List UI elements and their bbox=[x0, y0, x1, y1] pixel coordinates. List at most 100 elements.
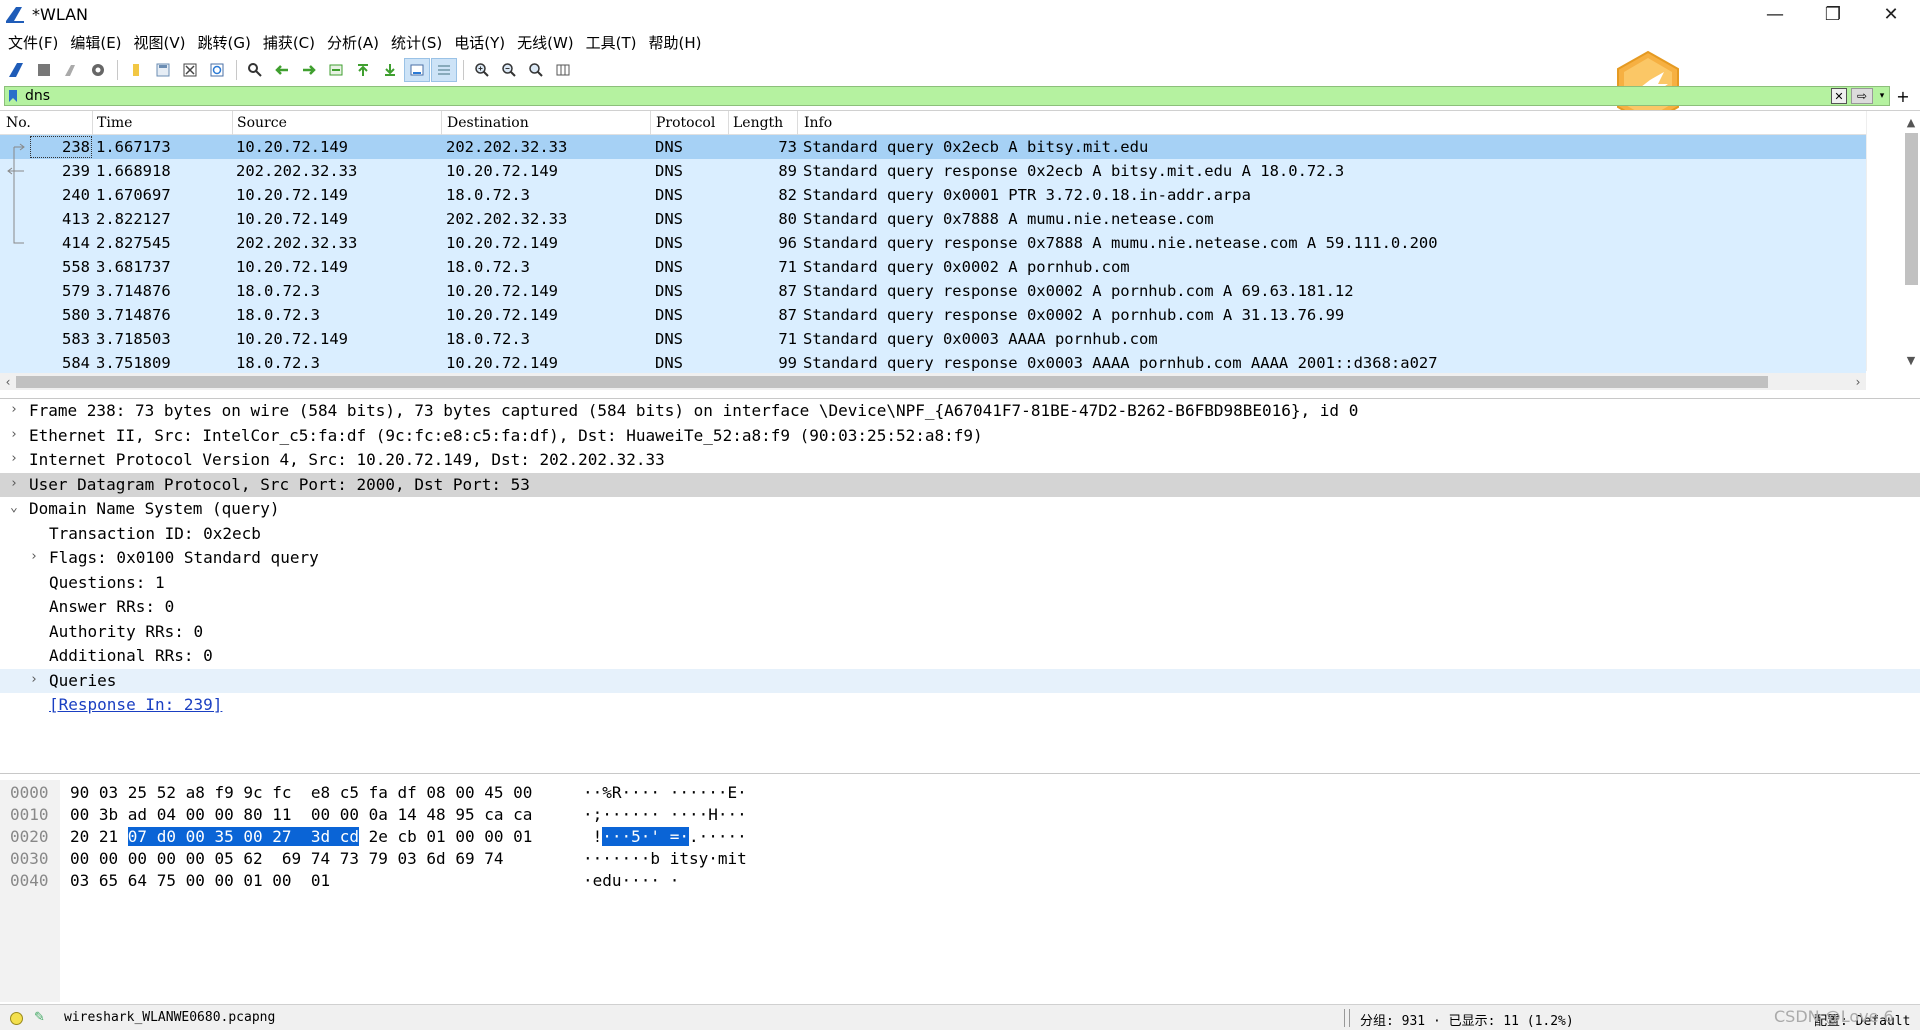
zoom-out-icon[interactable] bbox=[496, 58, 522, 82]
packet-row[interactable]: 558 3.681737 10.20.72.149 18.0.72.3 DNS 71 Sta… bbox=[0, 255, 1866, 279]
restore-button[interactable]: ❐ bbox=[1804, 0, 1862, 28]
packet-row[interactable]: 240 1.670697 10.20.72.149 18.0.72.3 DNS 82 Sta… bbox=[0, 183, 1866, 207]
find-packet-icon[interactable] bbox=[242, 58, 268, 82]
bytes-ascii[interactable]: ··%R···· ······E· bbox=[583, 783, 747, 802]
column-divider[interactable] bbox=[441, 111, 442, 135]
close-file-icon[interactable] bbox=[177, 58, 203, 82]
column-header-protocol[interactable]: Protocol bbox=[656, 115, 715, 131]
details-tree-item[interactable]: › Flags: 0x0100 Standard query bbox=[0, 546, 1920, 570]
menu-analyze[interactable]: 分析(A) bbox=[323, 32, 387, 53]
menu-wireless[interactable]: 无线(W) bbox=[513, 32, 582, 53]
bytes-ascii[interactable]: !···5·' =·.····· bbox=[583, 827, 747, 846]
column-divider[interactable] bbox=[797, 111, 798, 135]
column-header-destination[interactable]: Destination bbox=[447, 115, 529, 131]
resize-columns-icon[interactable] bbox=[550, 58, 576, 82]
capture-comment-pen-icon[interactable]: ✎ bbox=[34, 1010, 45, 1025]
menu-view[interactable]: 视图(V) bbox=[130, 32, 194, 53]
bytes-row[interactable]: 0000 90 03 25 52 a8 f9 9c fc e8 c5 fa df … bbox=[0, 783, 1920, 805]
scroll-thumb[interactable] bbox=[16, 376, 1768, 388]
save-file-icon[interactable] bbox=[150, 58, 176, 82]
menu-edit[interactable]: 编辑(E) bbox=[66, 32, 129, 53]
expand-chevron-icon[interactable]: › bbox=[10, 476, 24, 491]
response-in-link[interactable]: [Response In: 239] bbox=[49, 695, 222, 714]
menu-telephony[interactable]: 电话(Y) bbox=[450, 32, 513, 53]
filter-history-dropdown-icon[interactable]: ▾ bbox=[1875, 88, 1889, 104]
column-divider[interactable] bbox=[728, 111, 729, 135]
menu-file[interactable]: 文件(F) bbox=[4, 32, 66, 53]
expand-chevron-icon[interactable]: › bbox=[10, 402, 24, 417]
packet-list-vertical-scrollbar[interactable]: ▲ ▼ bbox=[1866, 111, 1920, 371]
expert-info-led-icon[interactable] bbox=[10, 1012, 23, 1025]
zoom-in-icon[interactable] bbox=[469, 58, 495, 82]
details-tree-item[interactable]: Transaction ID: 0x2ecb bbox=[0, 522, 1920, 546]
packet-row[interactable]: 579 3.714876 18.0.72.3 10.20.72.149 DNS 87 Sta… bbox=[0, 279, 1866, 303]
display-filter-input[interactable] bbox=[21, 88, 1831, 104]
column-header-length[interactable]: Length bbox=[733, 115, 783, 131]
column-header-no[interactable]: No. bbox=[6, 115, 31, 131]
scroll-up-icon[interactable]: ▲ bbox=[1903, 113, 1919, 131]
bytes-hex[interactable]: 00 00 00 00 00 05 62 69 74 73 79 03 6d 6… bbox=[70, 849, 503, 868]
filter-bookmark-icon[interactable] bbox=[5, 87, 21, 105]
column-divider[interactable] bbox=[92, 111, 93, 135]
bytes-row[interactable]: 0010 00 3b ad 04 00 00 80 11 00 00 0a 14 … bbox=[0, 805, 1920, 827]
open-file-icon[interactable] bbox=[123, 58, 149, 82]
details-tree-item[interactable]: ⌄ Domain Name System (query) bbox=[0, 497, 1920, 521]
packet-row[interactable]: 239 1.668918 202.202.32.33 10.20.72.149 DNS 8… bbox=[0, 159, 1866, 183]
go-back-icon[interactable] bbox=[269, 58, 295, 82]
expand-chevron-icon[interactable]: › bbox=[10, 451, 24, 466]
bytes-ascii[interactable]: ·edu···· · bbox=[583, 871, 679, 890]
bytes-row[interactable]: 0020 20 21 07 d0 00 35 00 27 3d cd 2e cb … bbox=[0, 827, 1920, 849]
details-tree-item[interactable]: › Frame 238: 73 bytes on wire (584 bits),… bbox=[0, 399, 1920, 423]
packet-row[interactable]: 583 3.718503 10.20.72.149 18.0.72.3 DNS 71 Sta… bbox=[0, 327, 1866, 351]
details-tree-item[interactable]: › User Datagram Protocol, Src Port: 2000,… bbox=[0, 472, 1920, 497]
stop-capture-icon[interactable] bbox=[31, 58, 57, 82]
bytes-ascii[interactable]: ·······b itsy·mit bbox=[583, 849, 747, 868]
minimize-button[interactable]: — bbox=[1746, 0, 1804, 28]
scroll-down-icon[interactable]: ▼ bbox=[1903, 351, 1919, 369]
packet-row[interactable]: 584 3.751809 18.0.72.3 10.20.72.149 DNS 99 Sta… bbox=[0, 351, 1866, 375]
bytes-ascii[interactable]: ·;······ ····H··· bbox=[583, 805, 747, 824]
packet-row[interactable]: 414 2.827545 202.202.32.33 10.20.72.149 DNS 9… bbox=[0, 231, 1866, 255]
bytes-hex[interactable]: 03 65 64 75 00 00 01 00 01 bbox=[70, 871, 330, 890]
details-tree-item[interactable]: [Response In: 239] bbox=[0, 693, 1920, 717]
scroll-thumb[interactable] bbox=[1905, 133, 1918, 285]
close-button[interactable]: ✕ bbox=[1862, 0, 1920, 28]
details-tree-item[interactable]: Questions: 1 bbox=[0, 571, 1920, 595]
packet-row[interactable]: 580 3.714876 18.0.72.3 10.20.72.149 DNS 87 Sta… bbox=[0, 303, 1866, 327]
packet-row[interactable]: 413 2.822127 10.20.72.149 202.202.32.33 DNS 8… bbox=[0, 207, 1866, 231]
go-last-packet-icon[interactable] bbox=[377, 58, 403, 82]
expand-chevron-icon[interactable]: › bbox=[10, 427, 24, 442]
details-tree-item[interactable]: Answer RRs: 0 bbox=[0, 595, 1920, 619]
menu-statistics[interactable]: 统计(S) bbox=[387, 32, 450, 53]
restart-capture-icon[interactable] bbox=[58, 58, 84, 82]
colorize-icon[interactable] bbox=[431, 58, 457, 82]
packet-list-horizontal-scrollbar[interactable]: ‹ › bbox=[0, 373, 1866, 390]
bytes-hex[interactable]: 00 3b ad 04 00 00 80 11 00 00 0a 14 48 9… bbox=[70, 805, 532, 824]
scroll-left-icon[interactable]: ‹ bbox=[0, 373, 16, 390]
add-filter-button-icon[interactable]: + bbox=[1892, 86, 1914, 106]
capture-options-gear-icon[interactable] bbox=[85, 58, 111, 82]
menu-help[interactable]: 帮助(H) bbox=[645, 32, 710, 53]
go-forward-icon[interactable] bbox=[296, 58, 322, 82]
menu-tools[interactable]: 工具(T) bbox=[582, 32, 645, 53]
start-capture-fin-icon[interactable] bbox=[4, 58, 30, 82]
bytes-row[interactable]: 0030 00 00 00 00 00 05 62 69 74 73 79 03 … bbox=[0, 849, 1920, 871]
collapse-chevron-icon[interactable]: ⌄ bbox=[10, 500, 24, 515]
expand-chevron-icon[interactable]: › bbox=[30, 549, 44, 564]
zoom-reset-icon[interactable] bbox=[523, 58, 549, 82]
details-tree-item[interactable]: › Ethernet II, Src: IntelCor_c5:fa:df (9c… bbox=[0, 424, 1920, 448]
details-tree-item[interactable]: › Internet Protocol Version 4, Src: 10.20… bbox=[0, 448, 1920, 472]
details-tree-item[interactable]: › Queries bbox=[0, 668, 1920, 693]
expand-chevron-icon[interactable]: › bbox=[30, 672, 44, 687]
details-tree-item[interactable]: Authority RRs: 0 bbox=[0, 620, 1920, 644]
go-to-packet-icon[interactable] bbox=[323, 58, 349, 82]
go-first-packet-icon[interactable] bbox=[350, 58, 376, 82]
menu-go[interactable]: 跳转(G) bbox=[194, 32, 259, 53]
bytes-row[interactable]: 0040 03 65 64 75 00 00 01 00 01 ·edu···· · bbox=[0, 871, 1920, 893]
bytes-hex[interactable]: 20 21 07 d0 00 35 00 27 3d cd 2e cb 01 0… bbox=[70, 827, 532, 846]
packet-row[interactable]: 238 1.667173 10.20.72.149 202.202.32.33 DNS 7… bbox=[0, 135, 1866, 159]
scroll-right-icon[interactable]: › bbox=[1850, 373, 1866, 390]
column-header-info[interactable]: Info bbox=[804, 115, 832, 131]
clear-filter-icon[interactable]: ✕ bbox=[1831, 88, 1847, 104]
column-header-source[interactable]: Source bbox=[237, 115, 287, 131]
